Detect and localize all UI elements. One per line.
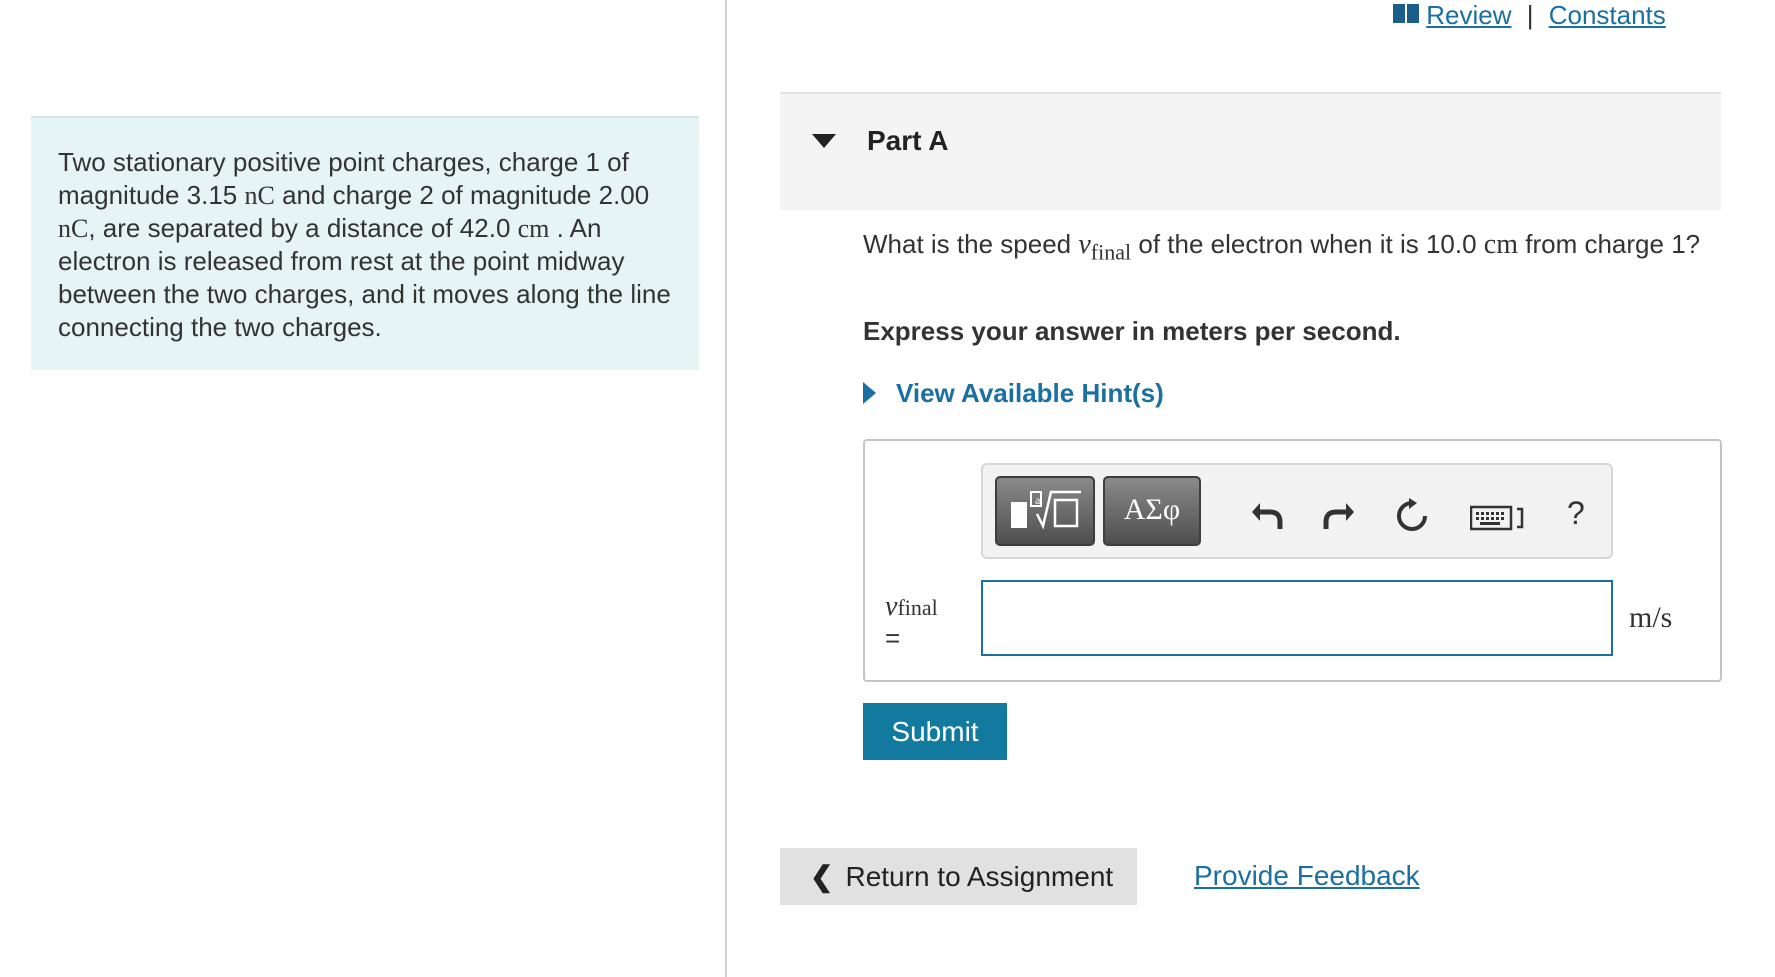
reset-icon[interactable]: [1393, 497, 1431, 535]
redo-icon[interactable]: [1322, 497, 1356, 531]
question-unit: cm: [1483, 229, 1519, 260]
book-icon: [1393, 4, 1419, 23]
triangle-right-icon: [863, 382, 876, 404]
problem-text-3: , are separated by a distance of 42.0: [88, 213, 511, 243]
math-toolbar: a ΑΣφ ?: [981, 463, 1613, 559]
greek-symbols-button[interactable]: ΑΣφ: [1103, 476, 1201, 546]
help-button[interactable]: ?: [1567, 495, 1585, 532]
answer-input[interactable]: [981, 580, 1613, 656]
question-pre: What is the speed: [863, 229, 1072, 259]
review-link[interactable]: Review: [1426, 0, 1511, 30]
answer-unit: m/s: [1629, 601, 1673, 634]
question-post: from charge 1?: [1525, 229, 1701, 259]
templates-icon: a: [1011, 490, 1081, 530]
link-separator: |: [1526, 0, 1534, 30]
constants-link[interactable]: Constants: [1549, 0, 1666, 30]
problem-unit-2: nC: [58, 214, 89, 243]
caret-down-icon[interactable]: [812, 134, 836, 148]
provide-feedback-link[interactable]: Provide Feedback: [1194, 860, 1420, 892]
problem-statement: Two stationary positive point charges, c…: [31, 116, 699, 370]
return-label: Return to Assignment: [845, 861, 1114, 892]
top-links: Review | Constants: [1393, 0, 1666, 31]
return-to-assignment-button[interactable]: ❮ Return to Assignment: [780, 848, 1137, 905]
question-var: vfinal: [1078, 229, 1132, 265]
templates-button[interactable]: a: [995, 476, 1095, 546]
answer-instruction: Express your answer in meters per second…: [863, 316, 1401, 346]
problem-text-2: and charge 2 of magnitude 2.00: [282, 180, 650, 210]
hints-label: View Available Hint(s): [896, 378, 1164, 408]
answer-variable-label: vfinal =: [885, 591, 938, 654]
question-text: What is the speed vfinal of the electron…: [863, 228, 1723, 269]
problem-unit-1: nC: [244, 181, 275, 210]
part-header[interactable]: Part A: [780, 94, 1721, 210]
keyboard-icon[interactable]: [1470, 503, 1528, 533]
chevron-left-icon: ❮: [810, 861, 834, 892]
part-title: Part A: [867, 125, 949, 156]
panel-divider: [725, 0, 727, 977]
svg-text:a: a: [1035, 493, 1041, 507]
problem-unit-3: cm: [517, 214, 550, 243]
answer-box: a ΑΣφ ? vfinal = m/s: [863, 439, 1722, 682]
question-mid: of the electron when it is 10.0: [1138, 229, 1477, 259]
equals-sign: =: [885, 623, 901, 653]
view-hints-link[interactable]: View Available Hint(s): [863, 378, 1164, 409]
undo-icon[interactable]: [1250, 497, 1284, 531]
submit-button[interactable]: Submit: [863, 703, 1007, 760]
